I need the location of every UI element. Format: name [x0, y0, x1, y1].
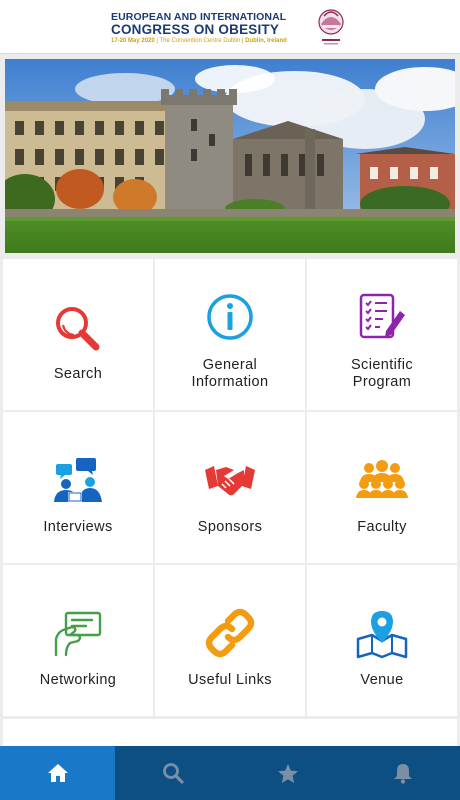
- dublin-castle-photo: [5, 59, 455, 253]
- star-icon: [277, 763, 298, 783]
- nav-home[interactable]: [0, 746, 115, 800]
- nav-search[interactable]: [115, 746, 230, 800]
- group-icon: [356, 460, 408, 498]
- nav-notifications[interactable]: [345, 746, 460, 800]
- nav-favorites[interactable]: [230, 746, 345, 800]
- tile-faculty[interactable]: Faculty: [307, 412, 457, 563]
- congress-city: Dublin, Ireland: [245, 38, 287, 44]
- search-icon: [162, 763, 184, 784]
- tile-label: General Information: [191, 357, 269, 390]
- tile-label: Interviews: [43, 519, 113, 535]
- tile-label: Useful Links: [188, 672, 272, 688]
- map-pin-icon: [356, 611, 408, 659]
- tile-networking[interactable]: Networking: [3, 565, 153, 716]
- tile-general-information[interactable]: General Information: [155, 259, 305, 410]
- bell-icon: [393, 764, 412, 784]
- tile-venue[interactable]: Venue: [307, 565, 457, 716]
- tile-label: Faculty: [357, 519, 407, 535]
- tile-label: Scientific Program: [350, 357, 414, 390]
- congress-dates: 17-20 May 2020: [111, 38, 155, 44]
- tile-label: Venue: [360, 672, 404, 688]
- tile-label: Networking: [39, 672, 117, 688]
- congress-date-venue: 17-20 May 2020 | The Convention Centre D…: [111, 38, 311, 44]
- title-line-2: CONGRESS ON OBESITY: [111, 22, 280, 37]
- handshake-icon: [205, 466, 255, 496]
- tile-sponsors[interactable]: Sponsors: [155, 412, 305, 563]
- search-icon: [56, 307, 100, 351]
- eco-2020-logo: [318, 9, 344, 45]
- menu-grid: Search General Information Scientific Pr…: [3, 259, 457, 716]
- tile-search[interactable]: Search: [3, 259, 153, 410]
- congress-title: EUROPEAN AND INTERNATIONAL CONGRESS ON O…: [111, 11, 311, 44]
- bottom-nav: [0, 746, 460, 800]
- link-icon: [205, 608, 255, 658]
- tile-useful-links[interactable]: Useful Links: [155, 565, 305, 716]
- checklist-icon: [359, 293, 405, 339]
- info-icon: [207, 294, 253, 340]
- grid-row-partial: [3, 719, 457, 749]
- tile-interviews[interactable]: Interviews: [3, 412, 153, 563]
- home-icon: [47, 764, 68, 782]
- congress-venue: | The Convention Centre Dublin |: [156, 38, 244, 44]
- tile-label: Search: [53, 366, 103, 382]
- tile-scientific-program[interactable]: Scientific Program: [307, 259, 457, 410]
- interview-icon: [54, 458, 102, 502]
- business-card-icon: [54, 611, 102, 657]
- tile-label: Sponsors: [197, 519, 263, 535]
- app-header: EUROPEAN AND INTERNATIONAL CONGRESS ON O…: [0, 0, 460, 54]
